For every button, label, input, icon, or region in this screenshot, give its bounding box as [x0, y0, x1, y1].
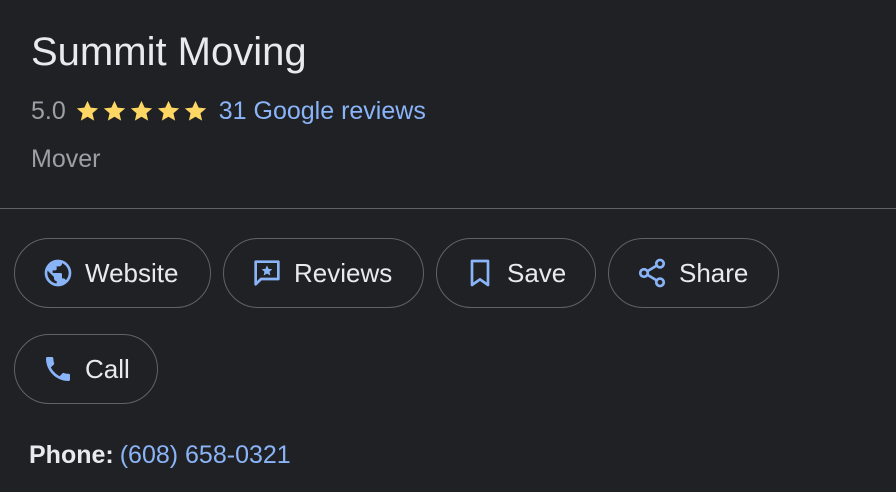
save-label: Save: [507, 257, 567, 288]
globe-icon: [42, 257, 74, 289]
reviews-button[interactable]: Reviews: [223, 238, 424, 308]
star-icon: [76, 100, 98, 121]
call-label: Call: [85, 353, 130, 384]
phone-row: Phone: (608) 658-0321: [29, 438, 291, 472]
reviews-label: Reviews: [294, 257, 393, 288]
call-button[interactable]: Call: [14, 334, 158, 404]
website-button[interactable]: Website: [14, 238, 211, 308]
share-label: Share: [679, 257, 749, 288]
save-button[interactable]: Save: [436, 238, 596, 308]
review-icon: [251, 257, 283, 289]
rating-value: 5.0: [31, 96, 66, 125]
business-category: Mover: [31, 145, 101, 173]
star-rating: [74, 98, 209, 125]
rating-row: 5.0 31 Google reviews: [31, 95, 426, 127]
share-icon: [636, 257, 668, 289]
divider: [0, 208, 896, 209]
star-icon: [157, 100, 179, 121]
phone-number-link[interactable]: (608) 658-0321: [120, 441, 291, 469]
star-icon: [103, 100, 125, 121]
star-icon: [130, 100, 152, 121]
website-label: Website: [85, 257, 179, 288]
share-button[interactable]: Share: [608, 238, 779, 308]
business-title: Summit Moving: [31, 30, 307, 74]
phone-label: Phone:: [29, 441, 114, 469]
google-reviews-link[interactable]: 31 Google reviews: [219, 97, 426, 126]
bookmark-icon: [464, 257, 496, 289]
star-icon: [184, 100, 206, 121]
phone-icon: [42, 353, 74, 385]
